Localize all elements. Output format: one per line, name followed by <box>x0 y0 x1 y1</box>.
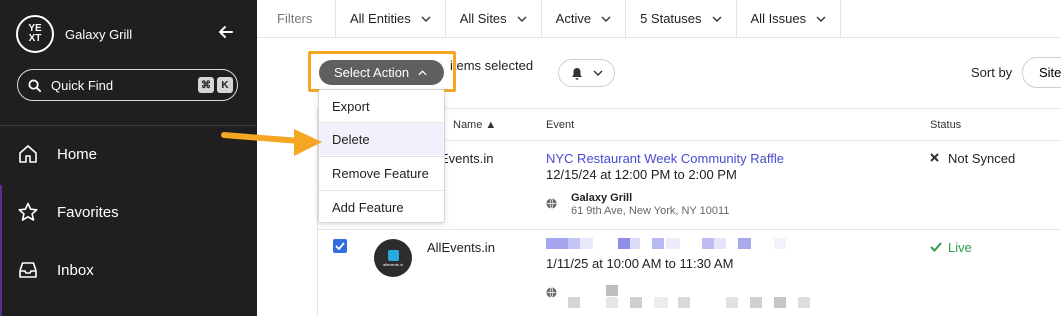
sidebar: YE XT Galaxy Grill Quick Find ⌘ K Home Fa… <box>0 0 257 316</box>
star-icon <box>18 202 38 221</box>
menu-item-remove-feature[interactable]: Remove Feature <box>319 157 444 189</box>
chevron-down-icon <box>517 16 527 22</box>
select-action-highlight: Select Action <box>308 51 456 92</box>
bell-icon <box>571 67 582 80</box>
account-name: Galaxy Grill <box>65 26 133 42</box>
command-key-badge: ⌘ <box>198 77 214 93</box>
filter-bar: Filters All Entities All Sites Active 5 … <box>257 0 1061 38</box>
header-label: Name <box>453 119 483 131</box>
event-time: 12/15/24 at 12:00 PM to 2:00 PM <box>546 167 737 182</box>
yext-logo: YE XT <box>16 15 54 53</box>
sort-value: Site <box>1039 65 1061 80</box>
sidebar-item-label: Home <box>57 145 98 163</box>
sidebar-divider <box>0 125 257 126</box>
search-icon <box>28 78 41 92</box>
filter-entities[interactable]: All Entities <box>335 0 445 38</box>
main-content: Filters All Entities All Sites Active 5 … <box>257 0 1061 316</box>
items-selected-count: items selected <box>450 58 534 73</box>
site-name: AllEvents.in <box>427 240 495 255</box>
select-action-label: Select Action <box>334 65 410 80</box>
site-name: Events.in <box>440 151 494 166</box>
quick-find-label: Quick Find <box>51 77 114 93</box>
status-not-synced: Not Synced <box>948 151 1016 166</box>
sort-ascending-icon: ▲ <box>485 119 497 131</box>
filter-label: All Issues <box>750 11 807 26</box>
sort-by-label: Sort by <box>971 65 1013 80</box>
globe-icon <box>546 287 557 298</box>
filter-statuses[interactable]: 5 Statuses <box>625 0 735 38</box>
filter-label: All Sites <box>459 11 507 26</box>
sidebar-item-label: Favorites <box>57 203 119 221</box>
row-select-checkbox[interactable] <box>333 239 347 253</box>
annotation-arrow-icon <box>221 129 322 156</box>
filter-label: All Entities <box>350 11 411 26</box>
filter-label: 5 Statuses <box>640 11 702 26</box>
globe-icon <box>546 198 557 209</box>
location-address: 61 9th Ave, New York, NY 10011 <box>571 205 730 217</box>
inbox-icon <box>19 262 37 278</box>
k-key-badge: K <box>217 77 233 93</box>
column-header-status[interactable]: Status <box>930 119 961 131</box>
sort-by-select[interactable]: Site <box>1022 57 1061 88</box>
menu-item-add-feature[interactable]: Add Feature <box>319 191 444 223</box>
checkmark-icon <box>335 242 345 250</box>
row-divider <box>317 229 1061 230</box>
chevron-down-icon <box>816 16 826 22</box>
filter-sites[interactable]: All Sites <box>444 0 541 38</box>
sidebar-accent-edge <box>0 185 2 316</box>
chevron-down-icon <box>421 16 431 22</box>
allevents-logo-mark <box>387 249 399 261</box>
sidebar-item-favorites[interactable]: Favorites <box>17 201 119 223</box>
notification-bulk-button[interactable] <box>558 59 615 87</box>
menu-item-delete[interactable]: Delete <box>319 123 444 155</box>
sidebar-item-label: Inbox <box>57 261 94 279</box>
event-title-link[interactable]: NYC Restaurant Week Community Raffle <box>546 151 784 166</box>
account-header[interactable]: YE XT Galaxy Grill <box>16 15 132 53</box>
filter-active[interactable]: Active <box>540 0 625 38</box>
sidebar-item-home[interactable]: Home <box>17 143 97 165</box>
filters-label: Filters <box>277 11 313 26</box>
site-avatar: allevents.in <box>374 239 412 277</box>
home-icon <box>19 145 37 163</box>
chevron-down-icon <box>712 16 722 22</box>
event-time: 1/11/25 at 10:00 AM to 11:30 AM <box>546 256 734 271</box>
check-icon <box>930 242 942 252</box>
chevron-up-icon <box>418 69 427 75</box>
status-live: Live <box>948 240 972 255</box>
chevron-down-icon <box>601 16 611 22</box>
select-action-button[interactable]: Select Action <box>319 60 444 85</box>
column-header-event[interactable]: Event <box>546 119 574 131</box>
column-header-name[interactable]: Name ▲ <box>453 119 496 131</box>
menu-item-export[interactable]: Export <box>319 90 444 122</box>
avatar-text: allevents.in <box>382 261 403 267</box>
action-menu: Export Delete Remove Feature Add Feature <box>318 89 445 223</box>
sidebar-item-inbox[interactable]: Inbox <box>17 259 94 281</box>
quick-find-input[interactable]: Quick Find ⌘ K <box>17 69 238 101</box>
arrow-left-icon[interactable] <box>216 22 236 42</box>
filter-label: Active <box>555 11 592 26</box>
x-icon <box>930 153 939 162</box>
location-name: Galaxy Grill <box>571 192 633 204</box>
chevron-down-icon <box>593 70 602 76</box>
filter-issues[interactable]: All Issues <box>735 0 842 38</box>
